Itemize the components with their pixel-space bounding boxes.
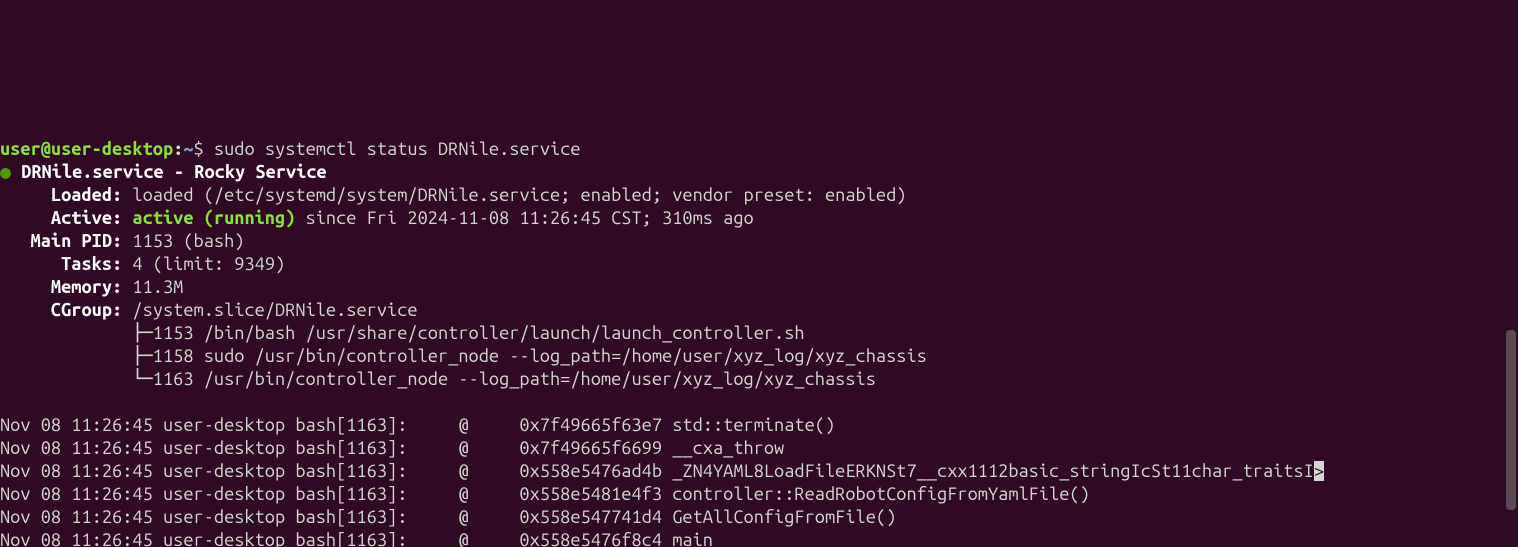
cgroup-proc-2: ├─1158 sudo /usr/bin/controller_node --l… — [0, 346, 927, 366]
truncation-cursor: > — [1314, 461, 1324, 481]
log-line: Nov 08 11:26:45 user-desktop bash[1163]:… — [0, 438, 784, 458]
log-line: Nov 08 11:26:45 user-desktop bash[1163]:… — [0, 484, 1090, 504]
mainpid-label: Main PID: — [0, 231, 122, 251]
log-line: Nov 08 11:26:45 user-desktop bash[1163]:… — [0, 461, 1314, 481]
prompt-dollar: $ — [194, 139, 204, 159]
service-header: DRNile.service - Rocky Service — [21, 162, 327, 182]
memory-label: Memory: — [0, 277, 122, 297]
terminal-output[interactable]: user@user-desktop:~$ sudo systemctl stat… — [0, 115, 1518, 547]
active-state: active (running) — [132, 208, 295, 228]
cgroup-label: CGroup: — [0, 300, 122, 320]
cgroup-value: /system.slice/DRNile.service — [122, 300, 417, 320]
status-bullet-icon: ● — [0, 162, 21, 182]
prompt-user-host: user@user-desktop — [0, 139, 173, 159]
active-since: since Fri 2024-11-08 11:26:45 CST; 310ms… — [295, 208, 753, 228]
cgroup-proc-3: └─1163 /usr/bin/controller_node --log_pa… — [0, 369, 876, 389]
tasks-label: Tasks: — [0, 254, 122, 274]
loaded-value: loaded (/etc/systemd/system/DRNile.servi… — [122, 185, 906, 205]
scrollbar-thumb[interactable] — [1506, 330, 1516, 510]
loaded-label: Loaded: — [0, 185, 122, 205]
log-line: Nov 08 11:26:45 user-desktop bash[1163]:… — [0, 507, 896, 527]
tasks-value: 4 (limit: 9349) — [122, 254, 285, 274]
prompt-colon: : — [173, 139, 183, 159]
command-text: sudo systemctl status DRNile.service — [204, 139, 581, 159]
memory-value: 11.3M — [122, 277, 183, 297]
mainpid-value: 1153 (bash) — [122, 231, 244, 251]
cgroup-proc-1: ├─1153 /bin/bash /usr/share/controller/l… — [0, 323, 805, 343]
log-line: Nov 08 11:26:45 user-desktop bash[1163]:… — [0, 530, 713, 547]
active-label: Active: — [0, 208, 132, 228]
prompt-path: ~ — [183, 139, 193, 159]
log-line: Nov 08 11:26:45 user-desktop bash[1163]:… — [0, 415, 835, 435]
